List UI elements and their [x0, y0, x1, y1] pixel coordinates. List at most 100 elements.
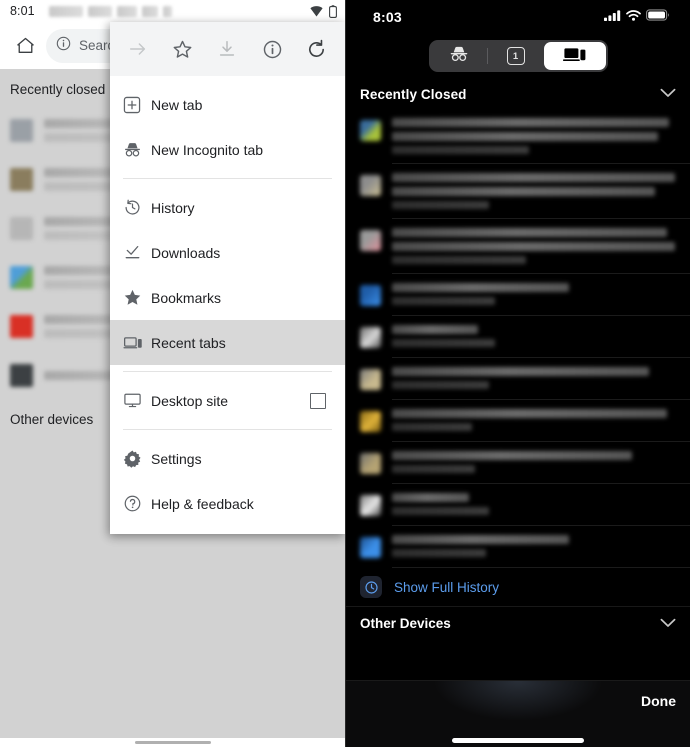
segment-regular-tabs[interactable]: 1: [488, 42, 544, 70]
favicon: [360, 495, 381, 516]
other-devices-title: Other Devices: [360, 616, 451, 631]
segment-recent-tabs[interactable]: [543, 42, 606, 70]
page-info-icon: [263, 40, 281, 58]
recent-tabs-icon: [123, 333, 151, 353]
favicon: [360, 537, 381, 558]
menu-item-new-tab[interactable]: New tab: [110, 82, 345, 127]
favicon: [360, 285, 381, 306]
list-item[interactable]: [346, 484, 690, 525]
cellular-signal-icon: [604, 8, 621, 26]
android-status-bar: 8:01: [0, 0, 345, 22]
ios-tab-switcher-controls: 1: [346, 33, 690, 79]
incognito-icon: [448, 45, 470, 67]
list-item[interactable]: [346, 219, 690, 273]
segment-incognito-tabs[interactable]: [431, 42, 487, 70]
show-full-history-button[interactable]: Show Full History: [346, 568, 690, 606]
favicon: [360, 369, 381, 390]
menu-item-bookmarks[interactable]: Bookmarks: [110, 275, 345, 320]
menu-item-label: History: [151, 199, 195, 216]
android-nav-bar: [0, 738, 345, 747]
bookmark-button[interactable]: [166, 32, 200, 66]
battery-icon: [646, 8, 670, 26]
menu-item-label: Bookmarks: [151, 289, 222, 306]
android-status-notifications: [48, 5, 310, 17]
reload-button[interactable]: [300, 32, 334, 66]
forward-button[interactable]: [121, 32, 155, 66]
list-item[interactable]: [346, 526, 690, 567]
favicon: [10, 119, 33, 142]
menu-item-label: Downloads: [151, 244, 221, 261]
android-clock: 8:01: [10, 4, 35, 18]
menu-item-settings[interactable]: Settings: [110, 436, 345, 481]
menu-item-desktop-site[interactable]: Desktop site: [110, 378, 345, 423]
show-full-history-label: Show Full History: [394, 579, 500, 595]
ios-clock: 8:03: [373, 8, 402, 25]
menu-item-new-incognito-tab[interactable]: New Incognito tab: [110, 127, 345, 172]
list-item[interactable]: [346, 316, 690, 357]
forward-icon: [130, 43, 146, 55]
desktop-site-checkbox[interactable]: [310, 392, 326, 409]
home-icon: [16, 37, 34, 54]
download-button[interactable]: [210, 32, 244, 66]
ios-chrome-panel: 8:03 1 Recently Closed Show Full History…: [345, 0, 690, 747]
desktop-icon: [123, 391, 151, 410]
ios-status-bar: 8:03: [346, 0, 690, 33]
favicon: [10, 266, 33, 289]
favicon: [360, 175, 381, 196]
android-chrome-panel: 8:01 Search Recently closed Other device…: [0, 0, 345, 747]
recent-tabs-icon: [562, 45, 587, 68]
menu-item-help-feedback[interactable]: Help & feedback: [110, 481, 345, 526]
android-status-icons: [310, 4, 337, 18]
other-devices-header[interactable]: Other Devices: [346, 606, 690, 640]
list-item[interactable]: [346, 442, 690, 483]
list-item[interactable]: [346, 274, 690, 315]
wifi-icon: [626, 8, 641, 26]
overflow-menu: New tab New Incognito tab History Downlo…: [110, 22, 345, 534]
list-item[interactable]: [346, 358, 690, 399]
ios-home-indicator[interactable]: [452, 738, 584, 743]
recently-closed-list: [346, 109, 690, 568]
favicon: [10, 364, 33, 387]
favicon: [360, 327, 381, 348]
history-icon: [123, 198, 151, 217]
page-info-button[interactable]: [255, 32, 289, 66]
menu-item-label: Recent tabs: [151, 334, 226, 351]
ios-status-icons: [604, 8, 670, 26]
recently-closed-title: Recently Closed: [360, 86, 467, 102]
menu-item-label: Desktop site: [151, 392, 229, 409]
home-button[interactable]: [8, 29, 42, 63]
menu-item-history[interactable]: History: [110, 185, 345, 230]
battery-icon: [329, 4, 337, 18]
gear-icon: [123, 449, 151, 468]
recently-closed-header[interactable]: Recently Closed: [346, 79, 690, 109]
menu-divider: [123, 178, 332, 179]
comparison-screenshot: 8:01 Search Recently closed Other device…: [0, 0, 690, 747]
menu-item-recent-tabs[interactable]: Recent tabs: [110, 320, 345, 365]
history-clock-icon: [360, 576, 382, 598]
chevron-down-icon[interactable]: [660, 85, 676, 103]
help-circle-icon: [123, 494, 151, 513]
favicon: [360, 120, 381, 141]
done-button[interactable]: Done: [641, 693, 676, 709]
list-item[interactable]: [346, 400, 690, 441]
downloads-icon: [123, 243, 151, 262]
overflow-menu-quick-actions: [110, 22, 345, 76]
reload-icon: [309, 39, 325, 57]
menu-item-label: Help & feedback: [151, 495, 254, 512]
menu-item-label: New Incognito tab: [151, 141, 264, 158]
ios-bottom-bar: Done: [346, 680, 690, 747]
menu-item-downloads[interactable]: Downloads: [110, 230, 345, 275]
favicon: [10, 168, 33, 191]
new-tab-icon: [123, 96, 151, 114]
list-item[interactable]: [346, 164, 690, 218]
info-circle-icon: [56, 36, 71, 56]
menu-divider: [123, 429, 332, 430]
bottom-glow: [433, 681, 603, 721]
chevron-down-icon[interactable]: [660, 615, 676, 633]
segmented-control: 1: [428, 40, 608, 72]
android-gesture-pill[interactable]: [134, 741, 211, 744]
list-item[interactable]: [346, 109, 690, 163]
star-filled-icon: [123, 288, 151, 307]
tab-count-badge: 1: [506, 47, 525, 65]
menu-item-label: New tab: [151, 96, 203, 113]
